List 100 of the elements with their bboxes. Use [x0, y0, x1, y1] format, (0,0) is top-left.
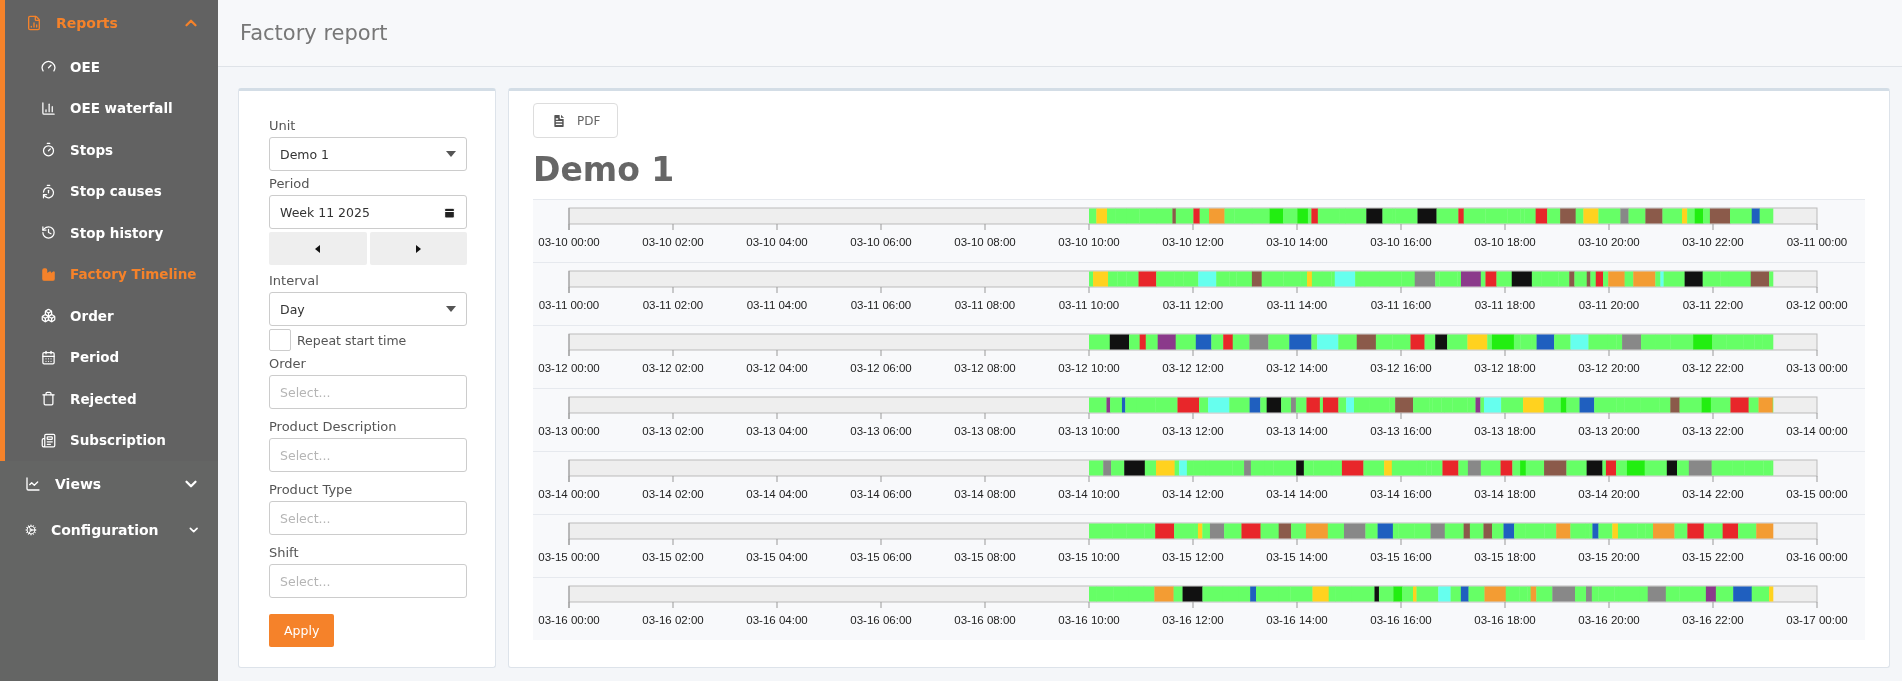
tick-label: 03-13 12:00 [1162, 425, 1224, 437]
field-label: Period [269, 176, 311, 191]
left-triangle-icon [315, 244, 321, 253]
nav-item-label: Factory Timeline [70, 266, 197, 283]
tick-label: 03-12 04:00 [746, 362, 808, 374]
field-label: Unit [269, 118, 297, 133]
caret-icon [446, 151, 456, 157]
field-label: Order [269, 356, 307, 371]
stopwatch-icon [41, 142, 56, 158]
period-field[interactable]: Week 11 2025 [269, 195, 467, 229]
tick-label: 03-15 12:00 [1162, 551, 1224, 563]
tick-label: 03-12 12:00 [1162, 362, 1224, 374]
tick-label: 03-15 04:00 [746, 551, 808, 563]
tick-label: 03-11 14:00 [1266, 299, 1328, 311]
next-button[interactable] [369, 232, 467, 265]
tick-label: 03-14 00:00 [1786, 425, 1848, 437]
tick-label: 03-12 18:00 [1474, 362, 1536, 374]
checkbox-label: Repeat start time [297, 332, 407, 348]
report-icon [26, 15, 42, 31]
tick-label: 03-10 08:00 [954, 236, 1016, 248]
nav-item-label: Stop causes [70, 183, 162, 200]
tick-label: 03-13 20:00 [1578, 425, 1640, 437]
tick-label: 03-14 14:00 [1266, 488, 1328, 500]
tick-label: 03-10 00:00 [538, 236, 600, 248]
tick-label: 03-11 16:00 [1370, 299, 1432, 311]
tick-label: 03-12 16:00 [1370, 362, 1432, 374]
tick-label: 03-11 18:00 [1474, 299, 1536, 311]
boxes-icon [41, 308, 56, 324]
tick-label: 03-10 10:00 [1058, 236, 1120, 248]
bar-chart-icon [41, 100, 56, 116]
tick-label: 03-13 22:00 [1682, 425, 1744, 437]
tick-label: 03-15 08:00 [954, 551, 1016, 563]
tick-label: 03-11 02:00 [642, 299, 704, 311]
tick-label: 03-16 02:00 [642, 614, 704, 626]
tick-label: 03-12 02:00 [642, 362, 704, 374]
tick-label: 03-16 18:00 [1474, 614, 1536, 626]
tick-label: 03-10 18:00 [1474, 236, 1536, 248]
tick-label: 03-16 06:00 [850, 614, 912, 626]
nav-item[interactable]: Stop history [5, 212, 218, 254]
interval-select[interactable]: Day [269, 292, 467, 326]
tick-label: 03-15 06:00 [850, 551, 912, 563]
field-label: Product Type [269, 482, 354, 497]
tick-label: 03-13 10:00 [1058, 425, 1120, 437]
nav-group[interactable]: Views [5, 461, 218, 507]
tick-label: 03-11 20:00 [1578, 299, 1640, 311]
field-label: Shift [269, 545, 300, 560]
nav-item[interactable]: OEE waterfall [5, 87, 218, 129]
right-triangle-icon [415, 244, 421, 253]
tick-label: 03-14 04:00 [746, 488, 808, 500]
tick-label: 03-13 00:00 [1786, 362, 1848, 374]
previous-button[interactable] [269, 232, 367, 265]
tick-label: 03-16 12:00 [1162, 614, 1224, 626]
nav-item[interactable]: Period [5, 336, 218, 378]
nav-item[interactable]: OEE [5, 46, 218, 88]
tick-label: 03-11 10:00 [1058, 299, 1120, 311]
nav-group[interactable]: Configuration [5, 507, 218, 553]
trash-icon [41, 391, 56, 407]
tick-label: 03-14 10:00 [1058, 488, 1120, 500]
nav-item[interactable]: Rejected [5, 378, 218, 420]
tick-label: 03-15 14:00 [1266, 551, 1328, 563]
tick-label: 03-11 08:00 [954, 299, 1016, 311]
nav-item[interactable]: Order [5, 295, 218, 337]
nav-item[interactable]: Subscription [5, 419, 218, 461]
nav-item[interactable]: Stop causes [5, 170, 218, 212]
tick-label: 03-16 10:00 [1058, 614, 1120, 626]
nav-item-label: Stop history [70, 224, 164, 241]
nav-group-label: Configuration [50, 522, 159, 538]
tick-label: 03-15 18:00 [1474, 551, 1536, 563]
tick-label: 03-14 08:00 [954, 488, 1016, 500]
tick-label: 03-13 00:00 [538, 425, 600, 437]
pdf-button[interactable]: PDF [533, 103, 619, 138]
tick-label: 03-15 10:00 [1058, 551, 1120, 563]
nav-group-label: Reports [56, 15, 118, 31]
checkbox[interactable] [269, 329, 291, 351]
unit-select[interactable]: Demo 1 [269, 137, 467, 171]
line-chart-icon [25, 476, 41, 492]
tick-label: 03-12 00:00 [1786, 299, 1848, 311]
tick-label: 03-12 14:00 [1266, 362, 1328, 374]
tick-label: 03-15 00:00 [1786, 488, 1848, 500]
nav-item-label: Order [70, 307, 114, 324]
tick-label: 03-12 20:00 [1578, 362, 1640, 374]
tick-label: 03-14 16:00 [1370, 488, 1432, 500]
tick-label: 03-12 10:00 [1058, 362, 1120, 374]
tick-label: 03-11 04:00 [746, 299, 808, 311]
tick-label: 03-11 00:00 [1786, 236, 1848, 248]
tick-label: 03-14 02:00 [642, 488, 704, 500]
tick-label: 03-12 06:00 [850, 362, 912, 374]
calendar-icon [41, 349, 56, 365]
nav-item-label: Stops [70, 141, 114, 158]
gears-icon [25, 522, 37, 538]
tick-label: 03-14 06:00 [850, 488, 912, 500]
tick-label: 03-11 12:00 [1162, 299, 1224, 311]
nav-item-label: Rejected [70, 390, 137, 407]
nav-item[interactable]: Stops [5, 129, 218, 171]
tick-label: 03-16 22:00 [1682, 614, 1744, 626]
tick-label: 03-13 04:00 [746, 425, 808, 437]
field-label: Interval [269, 273, 320, 288]
tick-label: 03-10 22:00 [1682, 236, 1744, 248]
tick-label: 03-10 06:00 [850, 236, 912, 248]
tick-label: 03-16 00:00 [1786, 551, 1848, 563]
